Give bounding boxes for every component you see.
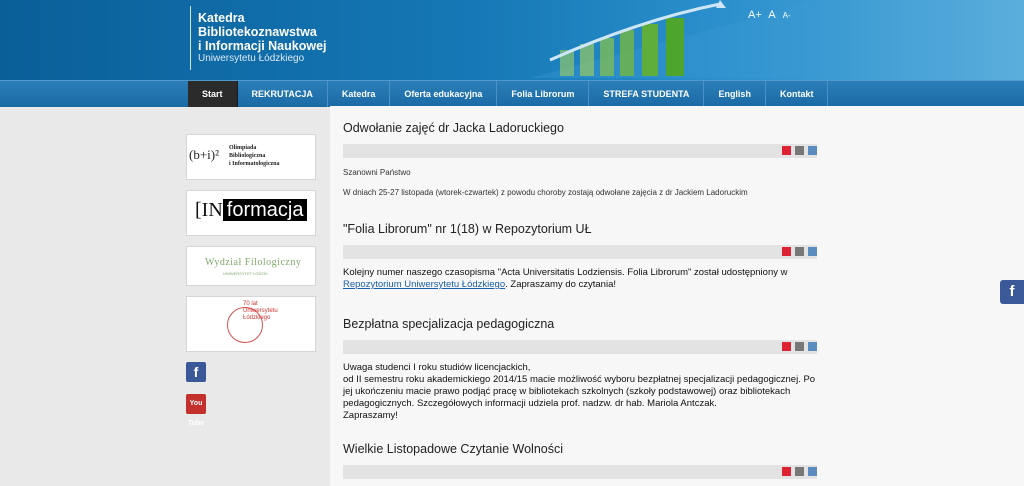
facebook-floating-icon[interactable]: f bbox=[1000, 280, 1024, 304]
nav-item-rekrutacja[interactable]: REKRUTACJA bbox=[238, 81, 328, 107]
olimpiada-logo-link[interactable]: (b+i)² Olimpiada Bibliologiczna i Inform… bbox=[186, 134, 316, 180]
wydzial-logo-link[interactable]: Wydział Filologiczny UNIWERSYTET ŁÓDZKI bbox=[186, 246, 316, 286]
site-title-line: Katedra bbox=[198, 11, 245, 25]
nav-item-oferta[interactable]: Oferta edukacyjna bbox=[390, 81, 498, 107]
informacja-logo-link[interactable]: [IN formacja bbox=[186, 190, 316, 236]
email-icon[interactable] bbox=[808, 342, 817, 351]
article-toolbar bbox=[343, 465, 817, 479]
article-line: od II semestru roku akademickiego 2014/1… bbox=[343, 374, 816, 385]
anniversary-text: 70 lat Uniwersytetu Łódzkiego bbox=[243, 301, 278, 322]
article-body: Kolejny numer naszego czasopisma "Acta U… bbox=[343, 267, 823, 291]
print-icon[interactable] bbox=[795, 146, 804, 155]
email-icon[interactable] bbox=[808, 467, 817, 476]
olimpiada-line: Olimpiada bbox=[229, 145, 257, 151]
article-body: Uwaga studenci I roku studiów licencjack… bbox=[343, 362, 823, 422]
article: Odwołanie zajęć dr Jacka Ladoruckiego Sz… bbox=[343, 121, 823, 197]
olimpiada-text: Olimpiada Bibliologiczna i Informatologi… bbox=[229, 144, 280, 168]
informacja-bracket: [IN bbox=[195, 199, 223, 221]
article-toolbar bbox=[343, 144, 817, 158]
article: Wielkie Listopadowe Czytanie Wolności bbox=[343, 442, 823, 479]
email-icon[interactable] bbox=[808, 146, 817, 155]
article-title[interactable]: Odwołanie zajęć dr Jacka Ladoruckiego bbox=[343, 121, 823, 137]
wydzial-name: Wydział Filologiczny bbox=[205, 257, 302, 268]
article-title[interactable]: "Folia Librorum" nr 1(18) w Repozytorium… bbox=[343, 222, 823, 238]
pdf-icon[interactable] bbox=[782, 342, 791, 351]
article-line: pedagogicznych. Szczegółowych informacji… bbox=[343, 398, 717, 409]
nav-item-katedra[interactable]: Katedra bbox=[328, 81, 391, 107]
site-title-line: Bibliotekoznawstwa bbox=[198, 25, 317, 39]
print-icon[interactable] bbox=[795, 467, 804, 476]
pdf-icon[interactable] bbox=[782, 467, 791, 476]
article-line: Zapraszamy! bbox=[343, 410, 398, 421]
main-content: Odwołanie zajęć dr Jacka Ladoruckiego Sz… bbox=[330, 106, 1024, 486]
site-title-line: i Informacji Naukowej bbox=[198, 39, 327, 53]
olimpiada-line: Bibliologiczna bbox=[229, 153, 266, 159]
nav-item-english[interactable]: English bbox=[704, 81, 766, 107]
article-title[interactable]: Wielkie Listopadowe Czytanie Wolności bbox=[343, 442, 823, 458]
site-title[interactable]: Katedra Bibliotekoznawstwa i Informacji … bbox=[198, 11, 327, 53]
article: Bezpłatna specjalizacja pedagogiczna Uwa… bbox=[343, 317, 823, 422]
informacja-logo-text: [IN formacja bbox=[195, 199, 308, 222]
wydzial-sub: UNIWERSYTET ŁÓDZKI bbox=[223, 271, 268, 276]
site-subtitle: Uniwersytetu Łódzkiego bbox=[198, 53, 305, 64]
facebook-icon[interactable]: f bbox=[186, 362, 206, 382]
pdf-icon[interactable] bbox=[782, 247, 791, 256]
font-size-controls: A+ A A- bbox=[748, 9, 795, 21]
article-title[interactable]: Bezpłatna specjalizacja pedagogiczna bbox=[343, 317, 823, 333]
font-decrease-button[interactable]: A- bbox=[783, 11, 791, 20]
pdf-icon[interactable] bbox=[782, 146, 791, 155]
article-greeting: Szanowni Państwo bbox=[343, 168, 411, 177]
youtube-icon[interactable]: You Tube bbox=[186, 394, 206, 427]
repository-link[interactable]: Repozytorium Uniwersytetu Łódzkiego bbox=[343, 279, 505, 290]
header-divider bbox=[190, 6, 191, 70]
print-icon[interactable] bbox=[795, 247, 804, 256]
print-icon[interactable] bbox=[795, 342, 804, 351]
nav-item-strefa[interactable]: STREFA STUDENTA bbox=[589, 81, 705, 107]
main-navigation: Start REKRUTACJA Katedra Oferta edukacyj… bbox=[0, 80, 1024, 107]
anniversary-logo-link[interactable]: 70 lat Uniwersytetu Łódzkiego bbox=[186, 296, 316, 352]
anniversary-line: Łódzkiego bbox=[243, 315, 271, 321]
olimpiada-line: i Informatologiczna bbox=[229, 161, 280, 167]
article-text: Kolejny numer naszego czasopisma "Acta U… bbox=[343, 267, 788, 278]
article-line: Uwaga studenci I roku studiów licencjack… bbox=[343, 362, 531, 373]
site-header: Katedra Bibliotekoznawstwa i Informacji … bbox=[0, 0, 1024, 80]
nav-item-folia[interactable]: Folia Librorum bbox=[497, 81, 590, 107]
nav-item-kontakt[interactable]: Kontakt bbox=[766, 81, 829, 107]
article-toolbar bbox=[343, 245, 817, 259]
article-toolbar bbox=[343, 340, 817, 354]
email-icon[interactable] bbox=[808, 247, 817, 256]
font-increase-button[interactable]: A+ bbox=[748, 9, 762, 21]
anniversary-line: Uniwersytetu bbox=[243, 308, 278, 314]
informacja-word: formacja bbox=[222, 199, 308, 221]
nav-item-start[interactable]: Start bbox=[188, 81, 238, 107]
article-line: jej ukończeniu macie prawo podjąć pracę … bbox=[343, 386, 791, 397]
article: "Folia Librorum" nr 1(18) w Repozytorium… bbox=[343, 222, 823, 291]
sidebar: (b+i)² Olimpiada Bibliologiczna i Inform… bbox=[186, 134, 316, 427]
font-reset-button[interactable]: A bbox=[768, 9, 775, 21]
olimpiada-symbol: (b+i)² bbox=[189, 147, 219, 162]
anniversary-line: 70 lat bbox=[243, 301, 258, 307]
article-text: . Zapraszamy do czytania! bbox=[505, 279, 616, 290]
article-body: W dniach 25-27 listopada (wtorek-czwarte… bbox=[343, 188, 748, 197]
